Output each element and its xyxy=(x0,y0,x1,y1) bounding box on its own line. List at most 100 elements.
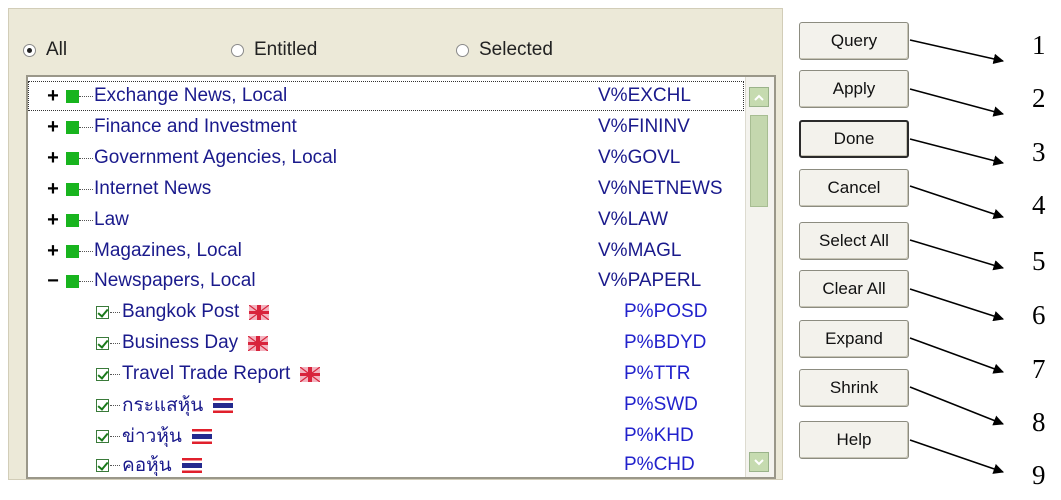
radio-all-indicator[interactable] xyxy=(23,43,36,57)
shrink-button[interactable]: Shrink xyxy=(799,369,909,407)
expand-plus-icon[interactable]: + xyxy=(46,148,60,168)
callout-number: 3 xyxy=(1032,137,1046,167)
publication-code: P%BDYD xyxy=(624,332,707,353)
callout-arrow xyxy=(909,337,1004,374)
radio-selected-indicator[interactable] xyxy=(456,43,469,57)
callout-number: 1 xyxy=(1032,30,1046,60)
radio-entitled-indicator[interactable] xyxy=(231,43,244,57)
expand-plus-icon[interactable]: + xyxy=(46,117,60,137)
thai-flag-icon xyxy=(213,397,234,413)
vertical-scrollbar[interactable] xyxy=(745,77,774,477)
category-code: V%NETNEWS xyxy=(598,178,723,199)
publication-checkbox[interactable] xyxy=(96,305,109,319)
collapse-minus-icon[interactable]: − xyxy=(46,271,60,291)
query-button[interactable]: Query xyxy=(799,22,909,60)
tree-connector xyxy=(110,464,120,466)
publication-checkbox[interactable] xyxy=(96,429,109,443)
publication-code: P%KHD xyxy=(624,425,694,446)
radio-selected-label: Selected xyxy=(479,39,553,60)
publication-code: P%CHD xyxy=(624,454,695,475)
help-button[interactable]: Help xyxy=(799,421,909,459)
category-label: Magazines, Local xyxy=(94,240,242,261)
tree-category-row[interactable]: + Magazines, Local V%MAGL xyxy=(28,236,744,266)
scroll-up-button[interactable] xyxy=(749,87,769,107)
callout-number: 2 xyxy=(1032,83,1046,113)
tree-publication-row[interactable]: Business Day P%BDYD xyxy=(28,328,744,358)
green-square-icon xyxy=(66,89,79,103)
scroll-down-button[interactable] xyxy=(749,452,769,472)
radio-entitled[interactable]: Entitled xyxy=(231,39,317,61)
tree-connector xyxy=(79,280,93,282)
scrollbar-thumb[interactable] xyxy=(750,115,768,207)
tree-connector xyxy=(110,373,120,375)
sources-dialog: All Entitled Selected + Exchange News, L… xyxy=(0,0,1061,500)
tree-connector xyxy=(79,157,93,159)
publication-label: กระแสหุ้น xyxy=(122,395,204,416)
expand-button[interactable]: Expand xyxy=(799,320,909,358)
publication-label: Bangkok Post xyxy=(122,301,240,322)
green-square-icon xyxy=(66,274,79,288)
tree-connector xyxy=(79,126,93,128)
publication-label-group: กระแสหุ้น xyxy=(122,390,234,420)
tree-category-row[interactable]: − Newspapers, Local V%PAPERL xyxy=(28,266,744,296)
publication-code: P%SWD xyxy=(624,394,698,415)
radio-all[interactable]: All xyxy=(23,39,67,61)
callout-number: 9 xyxy=(1032,460,1046,490)
tree-category-row[interactable]: + Government Agencies, Local V%GOVL xyxy=(28,143,744,173)
expand-plus-icon[interactable]: + xyxy=(46,86,60,106)
callout-arrow xyxy=(909,185,1004,219)
tree-category-row[interactable]: + Internet News V%NETNEWS xyxy=(28,174,744,204)
expand-plus-icon[interactable]: + xyxy=(46,179,60,199)
thai-flag-icon xyxy=(181,457,202,473)
category-code: V%GOVL xyxy=(598,147,681,168)
publication-label: คอหุ้น xyxy=(122,455,172,476)
publication-checkbox[interactable] xyxy=(96,336,109,350)
chevron-up-icon xyxy=(754,94,764,101)
source-tree-list[interactable]: + Exchange News, Local V%EXCHL + Finance… xyxy=(26,75,776,479)
callout-number: 4 xyxy=(1032,190,1046,220)
category-label: Government Agencies, Local xyxy=(94,147,337,168)
callout-number: 6 xyxy=(1032,300,1046,330)
chevron-down-icon xyxy=(754,458,764,465)
category-label: Exchange News, Local xyxy=(94,85,288,106)
publication-checkbox[interactable] xyxy=(96,458,109,472)
publication-label-group: Travel Trade Report xyxy=(122,363,321,385)
tree-category-row[interactable]: + Law V%LAW xyxy=(28,205,744,235)
tree-publication-row[interactable]: คอหุ้น P%CHD xyxy=(28,450,744,477)
tree-category-row[interactable]: + Exchange News, Local V%EXCHL xyxy=(28,81,744,111)
done-button[interactable]: Done xyxy=(799,120,909,158)
tree-publication-row[interactable]: ข่าวหุ้น P%KHD xyxy=(28,421,744,451)
clear-all-button[interactable]: Clear All xyxy=(799,270,909,308)
filter-panel: All Entitled Selected + Exchange News, L… xyxy=(8,8,783,480)
publication-checkbox[interactable] xyxy=(96,367,109,381)
green-square-icon xyxy=(66,151,79,165)
tree-connector xyxy=(110,342,120,344)
callout-arrow xyxy=(909,39,1005,65)
tree-publication-row[interactable]: Travel Trade Report P%TTR xyxy=(28,359,744,389)
tree-category-row[interactable]: + Finance and Investment V%FININV xyxy=(28,112,744,142)
publication-label: Travel Trade Report xyxy=(122,363,291,384)
tree-connector xyxy=(110,435,120,437)
cancel-button[interactable]: Cancel xyxy=(799,169,909,207)
uk-flag-icon xyxy=(300,366,321,382)
category-code: V%LAW xyxy=(598,209,669,230)
category-label: Finance and Investment xyxy=(94,116,297,137)
select-all-button[interactable]: Select All xyxy=(799,222,909,260)
category-label: Law xyxy=(94,209,129,230)
tree-publication-row[interactable]: Bangkok Post P%POSD xyxy=(28,297,744,327)
radio-all-label: All xyxy=(46,39,68,60)
tree-connector xyxy=(110,311,120,313)
callout-arrow xyxy=(909,239,1005,271)
publication-label-group: ข่าวหุ้น xyxy=(122,421,212,451)
publication-label-group: คอหุ้น xyxy=(122,450,202,477)
apply-button[interactable]: Apply xyxy=(799,70,909,108)
expand-plus-icon[interactable]: + xyxy=(46,241,60,261)
radio-selected[interactable]: Selected xyxy=(456,39,553,61)
callout-arrow xyxy=(909,138,1005,166)
publication-checkbox[interactable] xyxy=(96,398,109,412)
publication-code: P%TTR xyxy=(624,363,691,384)
tree-publication-row[interactable]: กระแสหุ้น P%SWD xyxy=(28,390,744,420)
expand-plus-icon[interactable]: + xyxy=(46,210,60,230)
tree-connector xyxy=(110,404,120,406)
tree-connector xyxy=(79,188,93,190)
